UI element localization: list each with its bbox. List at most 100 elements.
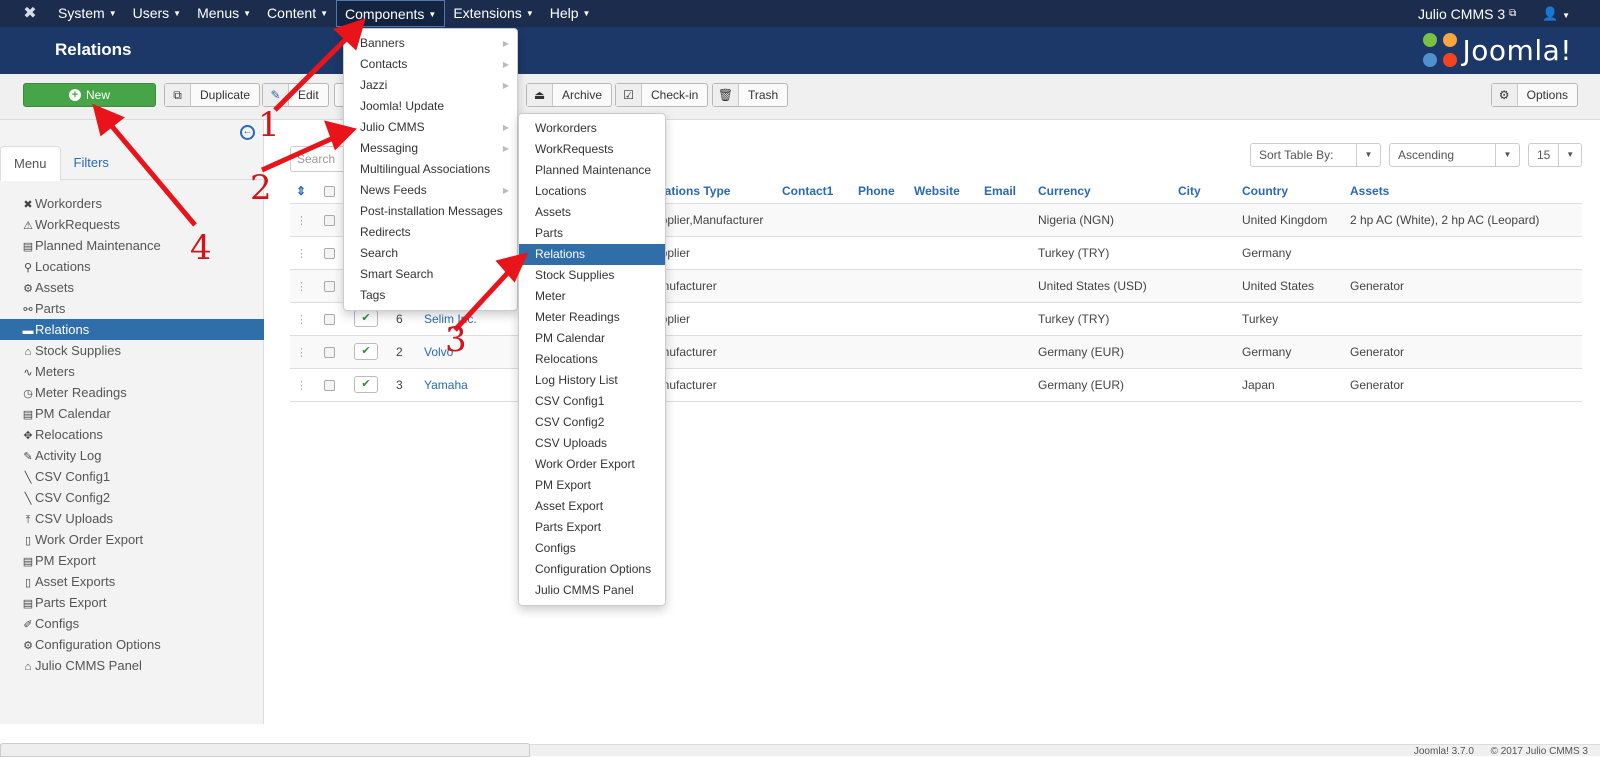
components-menu-item-banners[interactable]: Banners ▶ (344, 33, 517, 54)
julio-submenu-item-configs[interactable]: Configs (519, 538, 665, 559)
sidebar-item-csv-config1[interactable]: ╲ CSV Config1 (0, 466, 264, 487)
sidebar-item-configuration-options[interactable]: ⚙ Configuration Options (0, 634, 264, 655)
components-menu-item-tags[interactable]: Tags (344, 285, 517, 306)
julio-submenu-item-locations[interactable]: Locations (519, 181, 665, 202)
julio-submenu-item-workrequests[interactable]: WorkRequests (519, 139, 665, 160)
julio-submenu-item-pm-calendar[interactable]: PM Calendar (519, 328, 665, 349)
julio-submenu-item-planned-maintenance[interactable]: Planned Maintenance (519, 160, 665, 181)
col-assets[interactable]: Assets (1344, 179, 1582, 204)
julio-submenu-item-csv-config2[interactable]: CSV Config2 (519, 412, 665, 433)
col-phone[interactable]: Phone (852, 179, 908, 204)
sidebar-item-meter-readings[interactable]: ◷ Meter Readings (0, 382, 264, 403)
user-menu-button[interactable]: 👤 ▼ (1542, 6, 1570, 22)
drag-handle-icon[interactable]: ⋮ (296, 314, 307, 326)
drag-handle-icon[interactable]: ⋮ (296, 281, 307, 293)
checkin-button[interactable]: ☑ Check-in (615, 83, 709, 107)
top-menu-system[interactable]: System ▼ (50, 0, 125, 27)
components-menu-item-post-installation-messages[interactable]: Post-installation Messages (344, 201, 517, 222)
sidebar-item-meters[interactable]: ∿ Meters (0, 361, 264, 382)
top-menu-extensions[interactable]: Extensions ▼ (445, 0, 541, 27)
components-menu-item-joomla-update[interactable]: Joomla! Update (344, 96, 517, 117)
sidebar-item-planned-maintenance[interactable]: ▤ Planned Maintenance (0, 235, 264, 256)
col-contact1[interactable]: Contact1 (776, 179, 852, 204)
julio-submenu-item-configuration-options[interactable]: Configuration Options (519, 559, 665, 580)
published-toggle[interactable]: ✔ (354, 310, 378, 327)
row-checkbox[interactable] (324, 313, 335, 325)
new-button[interactable]: + New (23, 83, 156, 107)
check-all-checkbox[interactable] (324, 186, 335, 198)
collapse-sidebar-icon[interactable]: ← (240, 125, 255, 140)
sidebar-item-csv-config2[interactable]: ╲ CSV Config2 (0, 487, 264, 508)
duplicate-button[interactable]: ⧉ Duplicate (164, 83, 261, 107)
sidebar-item-relations[interactable]: ▬ Relations (0, 319, 264, 340)
row-checkbox[interactable] (324, 379, 335, 391)
edit-button[interactable]: ✎ Edit (262, 83, 329, 107)
options-button[interactable]: ⚙ Options (1490, 83, 1578, 107)
trash-button[interactable]: 🗑 Trash (712, 83, 789, 107)
top-menu-content[interactable]: Content ▼ (259, 0, 336, 27)
archive-button[interactable]: ⏏ Archive (526, 83, 613, 107)
julio-submenu-item-relations[interactable]: Relations (519, 244, 665, 265)
julio-submenu-item-parts[interactable]: Parts (519, 223, 665, 244)
search-input[interactable]: Search (290, 146, 350, 172)
julio-submenu-item-parts-export[interactable]: Parts Export (519, 517, 665, 538)
col-city[interactable]: City (1172, 179, 1236, 204)
components-menu-item-multilingual-associations[interactable]: Multilingual Associations (344, 159, 517, 180)
top-menu-components[interactable]: Components ▼ (336, 0, 446, 27)
components-menu-item-contacts[interactable]: Contacts ▶ (344, 54, 517, 75)
components-menu-item-news-feeds[interactable]: News Feeds ▶ (344, 180, 517, 201)
relation-name-link[interactable]: Yamaha (424, 378, 468, 392)
sort-table-select[interactable]: Sort Table By: ▼ (1250, 143, 1381, 167)
sidebar-item-workrequests[interactable]: ⚠ WorkRequests (0, 214, 264, 235)
row-checkbox[interactable] (324, 346, 335, 358)
sidebar-item-parts[interactable]: ⚯ Parts (0, 298, 264, 319)
components-menu-item-redirects[interactable]: Redirects (344, 222, 517, 243)
sidebar-item-stock-supplies[interactable]: ⌂ Stock Supplies (0, 340, 264, 361)
sidebar-item-activity-log[interactable]: ✎ Activity Log (0, 445, 264, 466)
sidebar-item-asset-exports[interactable]: ▯ Asset Exports (0, 571, 264, 592)
julio-submenu-item-csv-config1[interactable]: CSV Config1 (519, 391, 665, 412)
julio-submenu-item-meter-readings[interactable]: Meter Readings (519, 307, 665, 328)
sidebar-item-assets[interactable]: ⚙ Assets (0, 277, 264, 298)
joomla-logo-icon[interactable]: ✖ (20, 4, 40, 24)
julio-submenu-item-work-order-export[interactable]: Work Order Export (519, 454, 665, 475)
julio-submenu-item-julio-cmms-panel[interactable]: Julio CMMS Panel (519, 580, 665, 601)
components-menu-item-jazzi[interactable]: Jazzi ▶ (344, 75, 517, 96)
components-menu-item-messaging[interactable]: Messaging ▶ (344, 138, 517, 159)
top-menu-menus[interactable]: Menus ▼ (189, 0, 259, 27)
sidebar-item-configs[interactable]: ✐ Configs (0, 613, 264, 634)
row-checkbox[interactable] (324, 280, 335, 292)
julio-submenu-item-workorders[interactable]: Workorders (519, 118, 665, 139)
row-checkbox[interactable] (324, 247, 335, 259)
ordering-sort-icon[interactable]: ⇕ (290, 179, 318, 204)
components-menu-item-search[interactable]: Search (344, 243, 517, 264)
top-menu-help[interactable]: Help ▼ (542, 0, 599, 27)
sidebar-item-csv-uploads[interactable]: ⤒ CSV Uploads (0, 508, 264, 529)
sidebar-item-relocations[interactable]: ✥ Relocations (0, 424, 264, 445)
limit-select[interactable]: 15 ▼ (1528, 143, 1582, 167)
drag-handle-icon[interactable]: ⋮ (296, 380, 307, 392)
sidebar-item-pm-calendar[interactable]: ▤ PM Calendar (0, 403, 264, 424)
sidebar-item-pm-export[interactable]: ▤ PM Export (0, 550, 264, 571)
julio-submenu-item-csv-uploads[interactable]: CSV Uploads (519, 433, 665, 454)
site-link[interactable]: Julio CMMS 3 (1418, 6, 1505, 22)
sidebar-item-parts-export[interactable]: ▤ Parts Export (0, 592, 264, 613)
published-toggle[interactable]: ✔ (354, 343, 378, 360)
col-website[interactable]: Website (908, 179, 978, 204)
drag-handle-icon[interactable]: ⋮ (296, 347, 307, 359)
julio-submenu-item-log-history-list[interactable]: Log History List (519, 370, 665, 391)
sidebar-item-julio-cmms-panel[interactable]: ⌂ Julio CMMS Panel (0, 655, 264, 676)
col-country[interactable]: Country (1236, 179, 1344, 204)
julio-submenu-item-stock-supplies[interactable]: Stock Supplies (519, 265, 665, 286)
components-menu-item-julio-cmms[interactable]: Julio CMMS ▶ (344, 117, 517, 138)
col-email[interactable]: Email (978, 179, 1032, 204)
julio-submenu-item-meter[interactable]: Meter (519, 286, 665, 307)
sidebar-item-work-order-export[interactable]: ▯ Work Order Export (0, 529, 264, 550)
top-menu-users[interactable]: Users ▼ (125, 0, 189, 27)
julio-submenu-item-asset-export[interactable]: Asset Export (519, 496, 665, 517)
sidebar-item-locations[interactable]: ⚲ Locations (0, 256, 264, 277)
components-menu-item-smart-search[interactable]: Smart Search (344, 264, 517, 285)
row-checkbox[interactable] (324, 214, 335, 226)
julio-submenu-item-relocations[interactable]: Relocations (519, 349, 665, 370)
order-select[interactable]: Ascending ▼ (1389, 143, 1520, 167)
